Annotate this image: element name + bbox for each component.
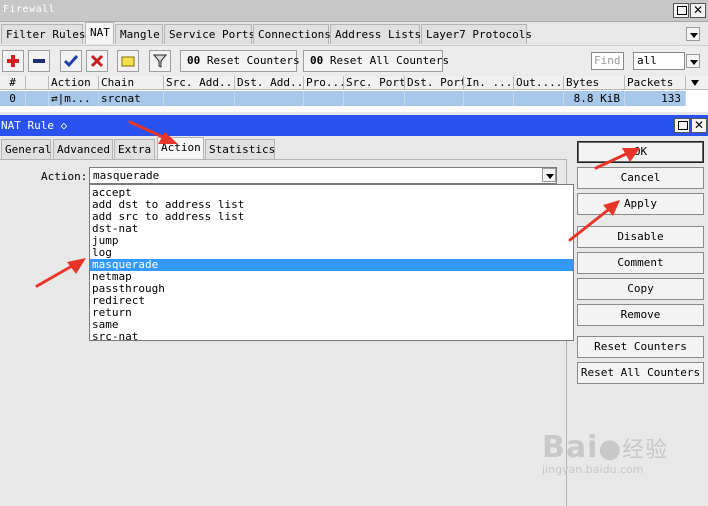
- disable-button[interactable]: Disable: [577, 226, 704, 248]
- column-header-action[interactable]: Action: [49, 76, 99, 90]
- cancel-button[interactable]: Cancel: [577, 167, 704, 189]
- disable-button[interactable]: [86, 50, 108, 72]
- option-dst-nat[interactable]: dst-nat: [90, 223, 573, 235]
- column-header-packets[interactable]: Packets: [625, 76, 686, 90]
- row-in-interface: [464, 91, 514, 106]
- nat-rule-title-bar: NAT Rule ◇ ✕: [0, 115, 708, 136]
- column-header-out-interface[interactable]: Out....: [514, 76, 564, 90]
- tab-address-lists[interactable]: Address Lists: [330, 24, 421, 44]
- apply-button[interactable]: Apply: [577, 193, 704, 215]
- tab-layer7-protocols[interactable]: Layer7 Protocols: [421, 24, 532, 44]
- row-action: ⇄|m...: [49, 91, 99, 106]
- tab-overflow-icon[interactable]: [686, 27, 700, 41]
- comment-button[interactable]: [117, 50, 139, 72]
- filter-button[interactable]: [149, 50, 171, 72]
- close-icon[interactable]: ✕: [691, 118, 707, 133]
- add-button[interactable]: [2, 50, 24, 72]
- column-header-bytes[interactable]: Bytes: [564, 76, 625, 90]
- baidu-watermark: Bai●经验 jingyan.baidu.com: [542, 430, 668, 476]
- reset-counters-button[interactable]: Reset Counters: [577, 336, 704, 358]
- option-jump[interactable]: jump: [90, 235, 573, 247]
- counter-icon: 00: [187, 54, 201, 67]
- option-same[interactable]: same: [90, 319, 573, 331]
- row-src-address: [164, 91, 235, 106]
- tab-filter-rules[interactable]: Filter Rules: [1, 24, 85, 44]
- column-header-dst-port[interactable]: Dst. Port: [405, 76, 464, 90]
- nat-rule-title: NAT Rule ◇: [1, 119, 68, 132]
- watermark-suffix: 经验: [622, 438, 669, 463]
- tab-extra[interactable]: Extra: [114, 139, 155, 159]
- reset-all-counters-button[interactable]: 00 Reset All Counters: [303, 50, 449, 72]
- row-protocol: [304, 91, 344, 106]
- maximize-icon[interactable]: [673, 3, 689, 18]
- option-src-nat[interactable]: src-nat: [90, 331, 573, 343]
- firewall-title: Firewall: [3, 4, 56, 15]
- reset-counters-button[interactable]: 00 Reset Counters: [180, 50, 300, 72]
- row-number: 0: [0, 91, 26, 106]
- tab-action[interactable]: Action: [157, 137, 204, 159]
- row-dst-port: [405, 91, 464, 106]
- firewall-title-bar: Firewall ✕: [0, 0, 708, 22]
- tab-statistics[interactable]: Statistics: [205, 139, 275, 159]
- counter-icon: 00: [310, 54, 324, 67]
- option-redirect[interactable]: redirect: [90, 295, 573, 307]
- reset-all-counters-button[interactable]: Reset All Counters: [577, 362, 704, 384]
- row-out-interface: [514, 91, 564, 106]
- x-icon: [90, 54, 104, 68]
- tab-advanced[interactable]: Advanced: [53, 139, 113, 159]
- minus-icon: [33, 59, 45, 63]
- close-icon[interactable]: ✕: [690, 3, 706, 18]
- column-header-number[interactable]: #: [0, 76, 26, 90]
- find-input[interactable]: Find: [591, 52, 624, 70]
- funnel-icon: [153, 54, 167, 68]
- row-bytes: 8.8 KiB: [564, 91, 625, 106]
- tab-service-ports[interactable]: Service Ports: [164, 24, 255, 44]
- enable-button[interactable]: [60, 50, 82, 72]
- action-label: Action:: [41, 170, 88, 183]
- row-chain: srcnat: [99, 91, 164, 106]
- option-return[interactable]: return: [90, 307, 573, 319]
- firewall-tab-bar: Filter Rules NAT Mangle Service Ports Co…: [0, 22, 708, 44]
- action-dropdown-icon[interactable]: [542, 168, 556, 182]
- option-log[interactable]: log: [90, 247, 573, 259]
- column-header-dst-address[interactable]: Dst. Add...: [235, 76, 304, 90]
- paw-icon: ●: [598, 434, 623, 464]
- tab-connections[interactable]: Connections: [253, 24, 331, 44]
- column-header-protocol[interactable]: Pro...: [304, 76, 344, 90]
- maximize-icon[interactable]: [674, 118, 690, 133]
- row-src-port: [344, 91, 405, 106]
- option-passthrough[interactable]: passthrough: [90, 283, 573, 295]
- row-flags: [26, 91, 49, 106]
- note-icon: [121, 56, 135, 67]
- action-options-list: accept add dst to address list add src t…: [89, 184, 574, 343]
- column-chooser[interactable]: [686, 76, 708, 90]
- column-header-src-port[interactable]: Src. Port: [344, 76, 405, 90]
- column-header-chain[interactable]: Chain: [99, 76, 164, 90]
- nat-rule-tab-bar: General Advanced Extra Action Statistics: [0, 137, 570, 159]
- remove-button[interactable]: [28, 50, 50, 72]
- column-header-src-address[interactable]: Src. Add...: [164, 76, 235, 90]
- nat-rules-table: # Action Chain Src. Add... Dst. Add... P…: [0, 76, 708, 112]
- watermark-brand: Bai: [542, 430, 599, 465]
- row-packets: 133: [625, 91, 686, 106]
- check-icon: [64, 55, 78, 68]
- copy-button[interactable]: Copy: [577, 278, 704, 300]
- filter-dropdown-icon[interactable]: [686, 54, 700, 68]
- comment-button[interactable]: Comment: [577, 252, 704, 274]
- chevron-down-icon: [691, 80, 699, 86]
- option-add-src-to-address-list[interactable]: add src to address list: [90, 211, 573, 223]
- action-select[interactable]: masquerade: [89, 167, 557, 184]
- option-masquerade[interactable]: masquerade: [90, 259, 573, 271]
- tab-general[interactable]: General: [1, 139, 51, 159]
- row-dst-address: [235, 91, 304, 106]
- column-header-in-interface[interactable]: In. ...: [464, 76, 514, 90]
- remove-button[interactable]: Remove: [577, 304, 704, 326]
- filter-select[interactable]: all: [633, 52, 685, 70]
- firewall-toolbar: 00 Reset Counters 00 Reset All Counters …: [0, 45, 708, 75]
- tab-mangle[interactable]: Mangle: [115, 24, 163, 44]
- tab-nat[interactable]: NAT: [85, 22, 114, 44]
- plus-icon: [7, 55, 19, 67]
- ok-button[interactable]: OK: [577, 141, 704, 163]
- column-header-flags[interactable]: [26, 76, 49, 90]
